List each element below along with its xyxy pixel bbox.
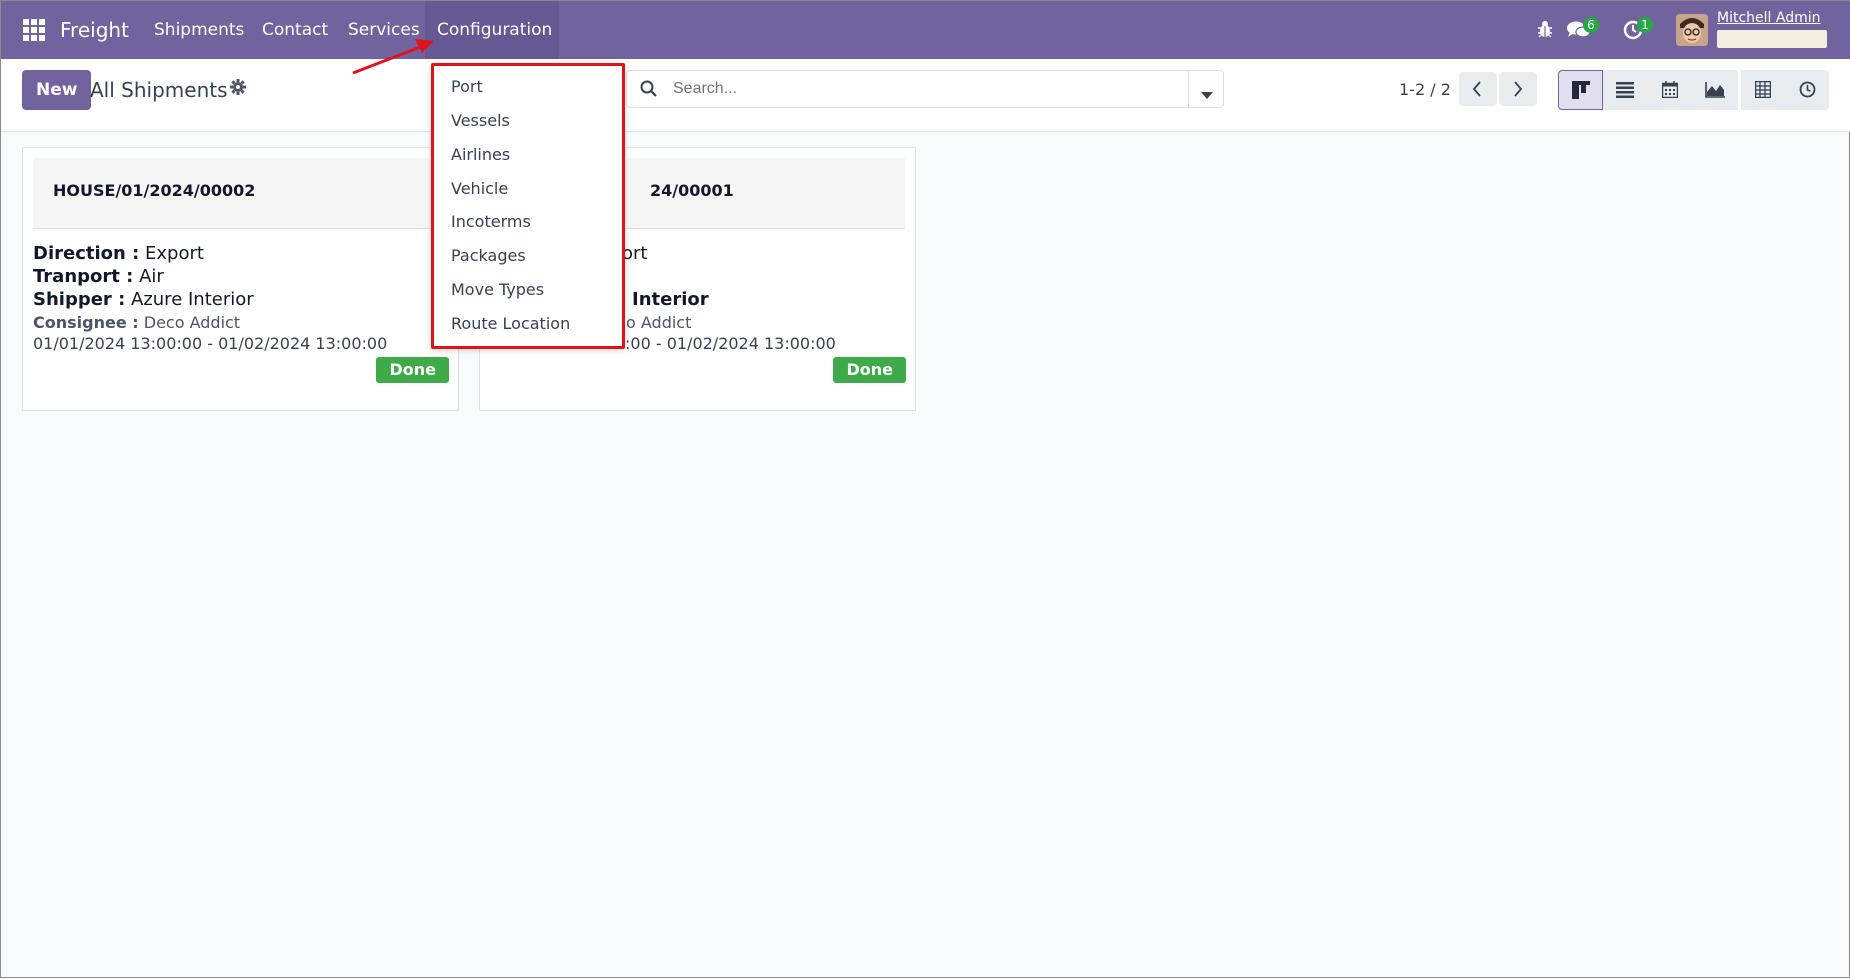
direction-row: Direction : Export xyxy=(33,243,204,264)
new-button[interactable]: New xyxy=(22,70,92,110)
activity-view-button[interactable] xyxy=(1786,70,1829,110)
direction-value: Export xyxy=(145,243,204,264)
pager-previous-button[interactable] xyxy=(1459,72,1497,106)
menu-services[interactable]: Services xyxy=(336,1,432,59)
pivot-view-button[interactable] xyxy=(1741,70,1786,110)
search-options-toggle[interactable] xyxy=(1188,70,1224,108)
user-avatar[interactable] xyxy=(1676,14,1708,46)
card-header: HOUSE/01/2024/00002 xyxy=(33,158,448,229)
list-view-button[interactable] xyxy=(1603,70,1648,110)
shipper-label: Shipper : xyxy=(33,289,126,310)
menu-contact[interactable]: Contact xyxy=(250,1,340,59)
chevron-right-icon xyxy=(1513,81,1523,101)
menu-item-route-location[interactable]: Route Location xyxy=(451,314,570,333)
transport-value: Air xyxy=(139,266,164,287)
shipper-row: Shipper : Azure Interior xyxy=(33,289,254,310)
activities-clock-icon[interactable]: 1 xyxy=(1623,17,1653,42)
caret-down-icon xyxy=(1201,85,1213,104)
shipper-value: Azure Interior xyxy=(131,289,254,310)
search-input[interactable] xyxy=(671,79,1175,99)
menu-item-port[interactable]: Port xyxy=(451,77,483,96)
direction-label: Direction : xyxy=(33,243,140,264)
search-bar xyxy=(626,70,1224,108)
date-range: 01/01/2024 13:00:00 - 01/02/2024 13:00:0… xyxy=(33,334,388,353)
menu-item-move-types[interactable]: Move Types xyxy=(451,280,544,299)
list-icon xyxy=(1616,82,1634,102)
kanban-icon xyxy=(1572,81,1590,103)
shipper-value: Interior xyxy=(632,289,709,310)
messages-badge: 6 xyxy=(1583,17,1599,33)
shipment-card[interactable]: HOUSE/01/2024/00002 Direction : Export T… xyxy=(22,147,459,411)
user-name[interactable]: Mitchell Admin xyxy=(1717,10,1821,26)
debug-bug-icon[interactable] xyxy=(1537,20,1553,42)
top-navbar: Freight Shipments Contact Services Confi… xyxy=(1,1,1850,59)
calendar-icon xyxy=(1661,81,1679,102)
search-icon xyxy=(640,80,658,102)
consignee-row: Consignee : Deco Addict xyxy=(33,313,240,332)
messages-icon[interactable]: 6 xyxy=(1567,17,1599,40)
status-badge: Done xyxy=(833,357,906,383)
kanban-view-button[interactable] xyxy=(1558,70,1603,110)
control-panel: New All Shipments 1-2 / 2 xyxy=(1,59,1850,132)
menu-item-vehicle[interactable]: Vehicle xyxy=(451,179,508,198)
shipment-reference: HOUSE/01/2024/00002 xyxy=(53,181,256,200)
direction-value: ort xyxy=(622,243,648,264)
activity-icon xyxy=(1799,81,1816,102)
consignee-value: Deco Addict xyxy=(143,313,241,332)
app-brand[interactable]: Freight xyxy=(60,18,129,42)
gear-icon[interactable] xyxy=(230,79,246,100)
graph-icon xyxy=(1705,82,1725,102)
shipment-reference: 24/00001 xyxy=(650,181,734,200)
consignee-value: o Addict xyxy=(626,313,692,332)
date-range: :00 - 01/02/2024 13:00:00 xyxy=(625,334,836,353)
database-name-box xyxy=(1717,30,1827,48)
activities-badge: 1 xyxy=(1637,17,1653,33)
apps-menu-icon[interactable] xyxy=(23,19,45,41)
menu-item-incoterms[interactable]: Incoterms xyxy=(451,212,531,231)
consignee-label: Consignee : xyxy=(33,313,139,332)
status-badge: Done xyxy=(376,357,449,383)
configuration-dropdown-menu: Port Vessels Airlines Vehicle Incoterms … xyxy=(431,63,625,349)
page-title: All Shipments xyxy=(90,78,228,102)
transport-label: Tranport : xyxy=(33,266,134,287)
calendar-view-button[interactable] xyxy=(1648,70,1693,110)
pivot-icon xyxy=(1754,80,1772,102)
menu-item-vessels[interactable]: Vessels xyxy=(451,111,510,130)
menu-configuration[interactable]: Configuration xyxy=(425,1,559,59)
transport-row: Tranport : Air xyxy=(33,266,164,287)
graph-view-button[interactable] xyxy=(1693,70,1738,110)
menu-item-airlines[interactable]: Airlines xyxy=(451,145,510,164)
menu-shipments[interactable]: Shipments xyxy=(142,1,256,59)
menu-item-packages[interactable]: Packages xyxy=(451,246,526,265)
chevron-left-icon xyxy=(1472,81,1482,101)
pager-value[interactable]: 1-2 / 2 xyxy=(1399,80,1451,99)
pager-next-button[interactable] xyxy=(1499,72,1537,106)
